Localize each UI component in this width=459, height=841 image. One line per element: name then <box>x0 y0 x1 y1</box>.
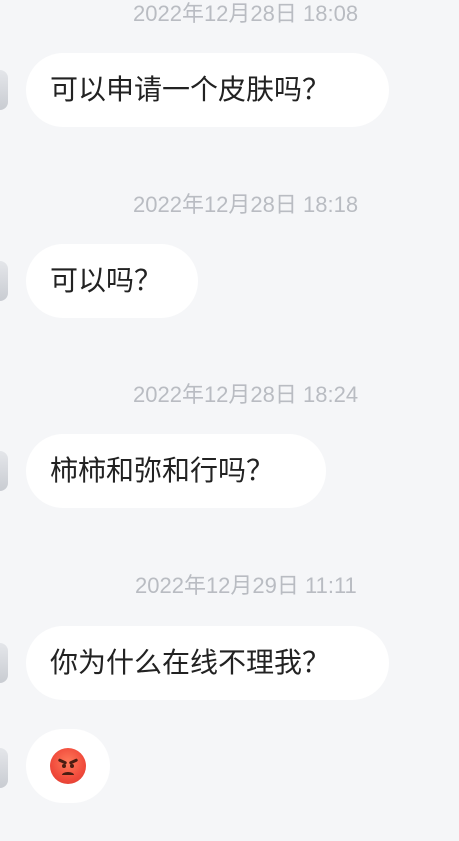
message-timestamp: 2022年12月28日 18:24 <box>133 382 359 407</box>
avatar[interactable] <box>0 451 8 491</box>
avatar[interactable] <box>0 748 8 788</box>
message-bubble[interactable]: 柿柿和弥和行吗？ <box>26 434 326 508</box>
message-text: 可以吗？ <box>50 264 163 297</box>
avatar[interactable] <box>0 70 8 110</box>
message-bubble[interactable]: 你为什么在线不理我？ <box>26 626 389 700</box>
angry-face-emoji-icon <box>50 748 86 784</box>
message-text: 可以申请一个皮肤吗？ <box>50 73 331 106</box>
message-timestamp: 2022年12月29日 11:11 <box>135 573 357 598</box>
chat-thread[interactable]: 2022年12月28日 18:08 可以申请一个皮肤吗？ 2022年12月28日… <box>0 0 459 841</box>
message-bubble[interactable] <box>26 729 110 803</box>
message-bubble[interactable]: 可以吗？ <box>26 244 198 318</box>
avatar[interactable] <box>0 643 8 683</box>
message-text: 柿柿和弥和行吗？ <box>50 454 275 487</box>
message-text: 你为什么在线不理我？ <box>50 646 331 679</box>
avatar[interactable] <box>0 261 8 301</box>
message-bubble[interactable]: 可以申请一个皮肤吗？ <box>26 53 389 127</box>
message-timestamp: 2022年12月28日 18:18 <box>133 192 359 217</box>
message-timestamp: 2022年12月28日 18:08 <box>133 1 359 26</box>
